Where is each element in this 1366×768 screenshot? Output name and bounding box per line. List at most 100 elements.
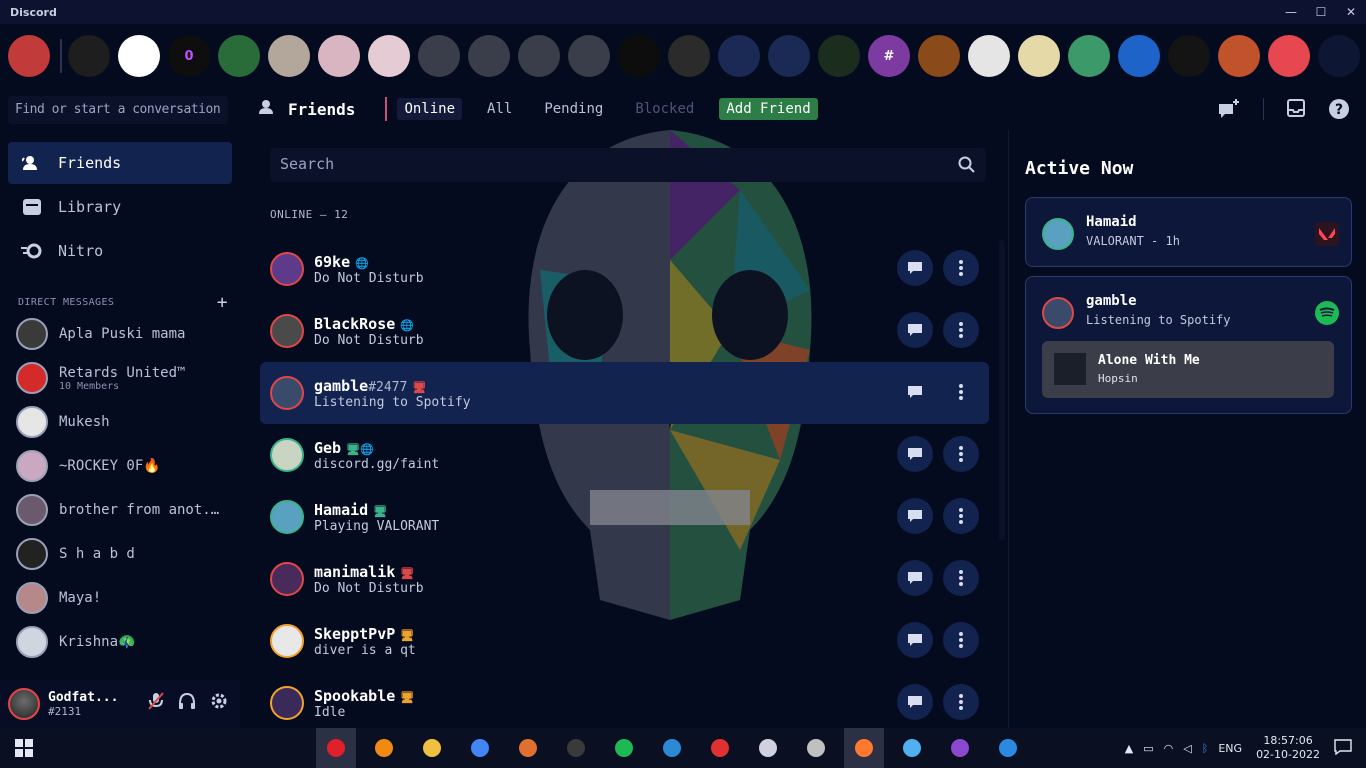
server-icon[interactable]	[568, 35, 610, 77]
sidebar-item-library[interactable]: Library	[8, 186, 232, 228]
tab-online[interactable]: Online	[397, 98, 463, 120]
bluetooth-icon[interactable]: ᛒ	[1202, 742, 1209, 755]
add-dm-icon[interactable]: +	[217, 292, 228, 313]
more-options-icon[interactable]	[943, 436, 979, 472]
more-options-icon[interactable]	[943, 684, 979, 720]
server-icon[interactable]	[118, 35, 160, 77]
minimize-button[interactable]: —	[1276, 0, 1306, 24]
mute-icon[interactable]	[148, 692, 164, 714]
server-icon[interactable]	[768, 35, 810, 77]
dm-item[interactable]: Krishna🦚	[16, 622, 230, 662]
server-icon[interactable]	[668, 35, 710, 77]
settings-gear-icon[interactable]	[210, 692, 228, 714]
dm-item[interactable]: S h a b d	[16, 534, 230, 574]
vscode-icon[interactable]	[988, 728, 1028, 768]
usb-icon[interactable]	[796, 728, 836, 768]
file-explorer-icon[interactable]	[412, 728, 452, 768]
friend-row[interactable]: Spookable 🖥 Idle	[260, 672, 989, 728]
server-icon[interactable]	[1318, 35, 1360, 77]
windows-start-icon[interactable]	[0, 728, 48, 768]
server-icon[interactable]	[718, 35, 760, 77]
server-icon[interactable]	[68, 35, 110, 77]
dm-item[interactable]: Maya!	[16, 578, 230, 618]
more-options-icon[interactable]	[943, 622, 979, 658]
message-icon[interactable]	[897, 374, 933, 410]
message-icon[interactable]	[897, 622, 933, 658]
activity-card[interactable]: gamble Listening to Spotify Alone With M…	[1025, 276, 1352, 414]
anydesk-icon[interactable]	[700, 728, 740, 768]
add-friend-button[interactable]: Add Friend	[719, 98, 818, 120]
server-icon[interactable]	[1268, 35, 1310, 77]
battery-icon[interactable]: ▭	[1143, 742, 1153, 755]
tab-all[interactable]: All	[480, 98, 519, 120]
server-icon[interactable]	[218, 35, 260, 77]
inbox-icon[interactable]	[1286, 98, 1306, 124]
language-indicator[interactable]: ENG	[1218, 742, 1242, 755]
more-options-icon[interactable]	[943, 250, 979, 286]
wifi-icon[interactable]: ◠	[1164, 742, 1174, 755]
message-icon[interactable]	[897, 498, 933, 534]
activity-card[interactable]: Hamaid VALORANT - 1h	[1025, 197, 1352, 267]
server-icon[interactable]	[918, 35, 960, 77]
maximize-button[interactable]: ☐	[1306, 0, 1336, 24]
server-icon[interactable]	[268, 35, 310, 77]
message-icon[interactable]	[897, 436, 933, 472]
search-icon[interactable]	[364, 728, 404, 768]
server-icon[interactable]	[518, 35, 560, 77]
server-icon[interactable]	[618, 35, 660, 77]
more-options-icon[interactable]	[943, 374, 979, 410]
find-conversation-input[interactable]: Find or start a conversation	[8, 96, 228, 124]
message-icon[interactable]	[897, 684, 933, 720]
server-icon[interactable]	[1218, 35, 1260, 77]
server-icon[interactable]	[368, 35, 410, 77]
friend-row[interactable]: gamble#2477 🖥 Listening to Spotify	[260, 362, 989, 424]
server-icon[interactable]	[318, 35, 360, 77]
terminal-icon[interactable]	[556, 728, 596, 768]
server-icon[interactable]	[1118, 35, 1160, 77]
server-icon[interactable]	[1168, 35, 1210, 77]
server-icon[interactable]: #	[868, 35, 910, 77]
friend-row[interactable]: manimalik 🖥 Do Not Disturb	[260, 548, 989, 610]
friend-row[interactable]: Geb 🖥🌐 discord.gg/faint	[260, 424, 989, 486]
server-icon[interactable]: 0	[168, 35, 210, 77]
server-icon[interactable]	[418, 35, 460, 77]
friend-row[interactable]: BlackRose 🌐 Do Not Disturb	[260, 300, 989, 362]
now-playing-track[interactable]: Alone With Me Hopsin	[1042, 341, 1334, 398]
server-icon[interactable]	[818, 35, 860, 77]
edge-icon[interactable]	[652, 728, 692, 768]
dm-item[interactable]: brother from anot...	[16, 490, 230, 530]
more-options-icon[interactable]	[943, 498, 979, 534]
help-icon[interactable]: ?	[1328, 98, 1350, 124]
server-icon[interactable]	[1068, 35, 1110, 77]
dm-item[interactable]: Retards United™ 10 Members	[16, 358, 230, 398]
server-icon[interactable]	[8, 35, 50, 77]
friend-row[interactable]: Hamaid 🖥 Playing VALORANT	[260, 486, 989, 548]
friend-list-scrollbar[interactable]	[999, 240, 1005, 540]
dm-item[interactable]: Apla Puski mama	[16, 314, 230, 354]
friend-row[interactable]: SkepptPvP 🖥 diver is a qt	[260, 610, 989, 672]
sidebar-item-nitro[interactable]: Nitro	[8, 230, 232, 272]
friend-row[interactable]: 69ke 🌐 Do Not Disturb	[260, 238, 989, 300]
github-icon[interactable]	[940, 728, 980, 768]
drop-icon[interactable]	[892, 728, 932, 768]
notifications-icon[interactable]	[1334, 738, 1352, 758]
opera-icon[interactable]	[316, 728, 356, 768]
server-icon[interactable]	[1018, 35, 1060, 77]
paint-icon[interactable]	[748, 728, 788, 768]
server-icon[interactable]	[968, 35, 1010, 77]
user-avatar[interactable]	[8, 688, 40, 720]
message-icon[interactable]	[897, 250, 933, 286]
clock[interactable]: 18:57:06 02-10-2022	[1256, 734, 1320, 762]
server-icon[interactable]	[468, 35, 510, 77]
volume-icon[interactable]: ◁	[1183, 742, 1191, 755]
more-options-icon[interactable]	[943, 312, 979, 348]
tab-pending[interactable]: Pending	[537, 98, 610, 120]
discord-icon[interactable]	[844, 728, 884, 768]
headphones-icon[interactable]	[178, 692, 196, 714]
friend-search-input[interactable]: Search	[270, 148, 986, 182]
app-icon[interactable]	[508, 728, 548, 768]
new-group-dm-icon[interactable]	[1217, 98, 1241, 124]
dm-item[interactable]: Mukesh	[16, 402, 230, 442]
more-options-icon[interactable]	[943, 560, 979, 596]
message-icon[interactable]	[897, 560, 933, 596]
